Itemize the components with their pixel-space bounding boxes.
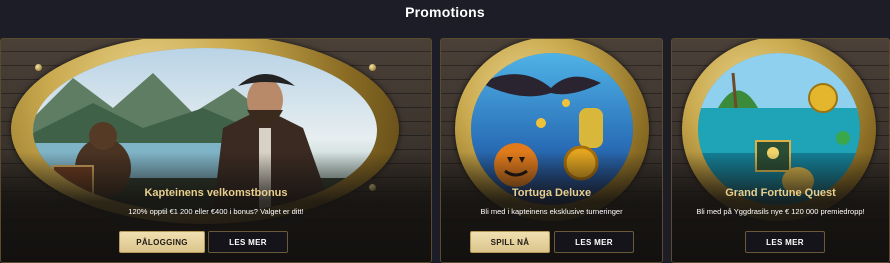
login-button[interactable]: PÅLOGGING <box>119 231 205 253</box>
page-title: Promotions <box>405 4 485 20</box>
promo-subtitle: 120% opptil €1 200 eller €400 i bonus? V… <box>128 207 304 216</box>
rivet <box>35 64 42 71</box>
promo-title: Kapteinens velkomstbonus <box>144 187 288 199</box>
promo-subtitle: Bli med på Yggdrasils nye € 120 000 prem… <box>696 207 865 216</box>
promo-subtitle: Bli med i kapteinens eksklusive turnerin… <box>480 207 623 216</box>
read-more-button[interactable]: LES MER <box>208 231 288 253</box>
rivet <box>369 64 376 71</box>
promo-title: Grand Fortune Quest <box>725 187 836 199</box>
promo-card-grand-fortune-quest[interactable]: Grand Fortune Quest Bli med på Yggdrasil… <box>671 38 890 263</box>
read-more-button[interactable]: LES MER <box>745 231 825 253</box>
promo-title: Tortuga Deluxe <box>511 187 592 199</box>
read-more-button[interactable]: LES MER <box>554 231 634 253</box>
play-now-button[interactable]: SPILL NÅ <box>470 231 550 253</box>
promo-card-tortuga-deluxe[interactable]: Tortuga Deluxe Bli med i kapteinens eksk… <box>440 38 663 263</box>
promo-card-welcome-bonus[interactable]: Kapteinens velkomstbonus 120% opptil €1 … <box>0 38 432 263</box>
